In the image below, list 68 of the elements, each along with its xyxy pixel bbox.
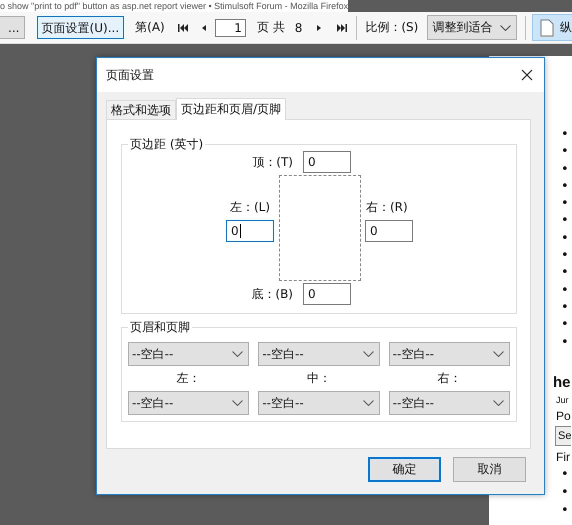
bullet: • (561, 502, 569, 520)
first-page-icon[interactable] (176, 22, 189, 32)
browser-title: o show "print to pdf" button as asp.net report viewer • Stimulsoft Forum - Mozilla Firefox (0, 0, 348, 12)
close-icon[interactable] (521, 69, 533, 81)
dropdown[interactable]: --空白-- (128, 391, 250, 415)
zoom-label: 比例：(S) (365, 19, 418, 36)
zoom-select[interactable]: 调整到适合 (427, 15, 518, 40)
dropdown[interactable]: --空白-- (258, 391, 380, 415)
chevron-down-icon (232, 351, 244, 357)
input-field[interactable]: 0 (303, 283, 351, 305)
column-label: 右： (436, 370, 462, 387)
dropdown[interactable]: --空白-- (388, 342, 510, 366)
group-title: 页眉和页脚 (128, 320, 192, 334)
tab[interactable]: 格式和选项 (106, 100, 176, 119)
bullet: • (561, 298, 569, 316)
cancel-button[interactable]: 取消 (453, 457, 526, 482)
page-text: Fir (556, 448, 570, 466)
input-field[interactable]: 0 (303, 151, 351, 173)
ok-button[interactable]: 确定 (368, 457, 441, 482)
page-setup-button[interactable]: 页面设置(U)... (36, 16, 124, 39)
bullet: • (561, 264, 569, 282)
input-field[interactable]: 0 (226, 220, 274, 242)
column-label: 左： (176, 370, 202, 387)
field-label: 顶：(T) (251, 154, 293, 170)
tab[interactable]: 页边距和页眉/页脚 (176, 98, 286, 120)
page-heading: he (553, 372, 571, 393)
dropdown[interactable]: --空白-- (258, 342, 380, 366)
chevron-down-icon (362, 400, 374, 406)
chevron-down-icon (492, 400, 504, 406)
bullet: • (561, 316, 569, 334)
bullet: • (561, 126, 569, 144)
field-label: 右：(R) (366, 199, 408, 216)
bullet: • (561, 484, 569, 502)
input-field[interactable]: 0 (365, 220, 413, 242)
page-label: 第(A) (135, 19, 165, 36)
page-icon (540, 18, 554, 36)
bullet: • (561, 282, 569, 299)
bullet: • (561, 466, 569, 484)
page-total: 8 (294, 20, 302, 34)
bullet: • (561, 178, 569, 196)
chevron-down-icon (232, 400, 244, 406)
next-page-icon[interactable] (316, 24, 322, 32)
bullet: • (561, 195, 569, 212)
toolbar-button[interactable]: ... (0, 16, 25, 39)
field-label: 底：(B) (250, 286, 293, 302)
column-label: 中： (306, 370, 332, 387)
bullet: • (561, 160, 569, 178)
field-label: 左：(L) (228, 199, 272, 216)
page-number-field[interactable]: 1 (214, 18, 246, 36)
chevron-down-icon (500, 24, 512, 30)
dialog-title: 页面设置 (106, 66, 154, 84)
dropdown[interactable]: --空白-- (128, 342, 250, 366)
bullet: • (561, 230, 569, 248)
chevron-down-icon (492, 351, 504, 357)
last-page-icon[interactable] (336, 22, 348, 32)
bullet: • (561, 247, 569, 264)
bullet: • (561, 143, 569, 161)
bullet: • (561, 334, 569, 351)
bullet: • (561, 212, 569, 230)
page-text: Jur (556, 394, 569, 407)
dropdown[interactable]: --空白-- (388, 391, 510, 415)
group-title: 页边距 (英寸) (128, 137, 206, 151)
orientation-button[interactable]: 纵 (532, 14, 572, 41)
page-text: Po (556, 408, 571, 425)
chevron-down-icon (362, 351, 374, 357)
page-of-label: 页 共 (256, 19, 285, 36)
select-field[interactable]: Se (555, 426, 572, 446)
previous-page-icon[interactable] (200, 24, 207, 32)
